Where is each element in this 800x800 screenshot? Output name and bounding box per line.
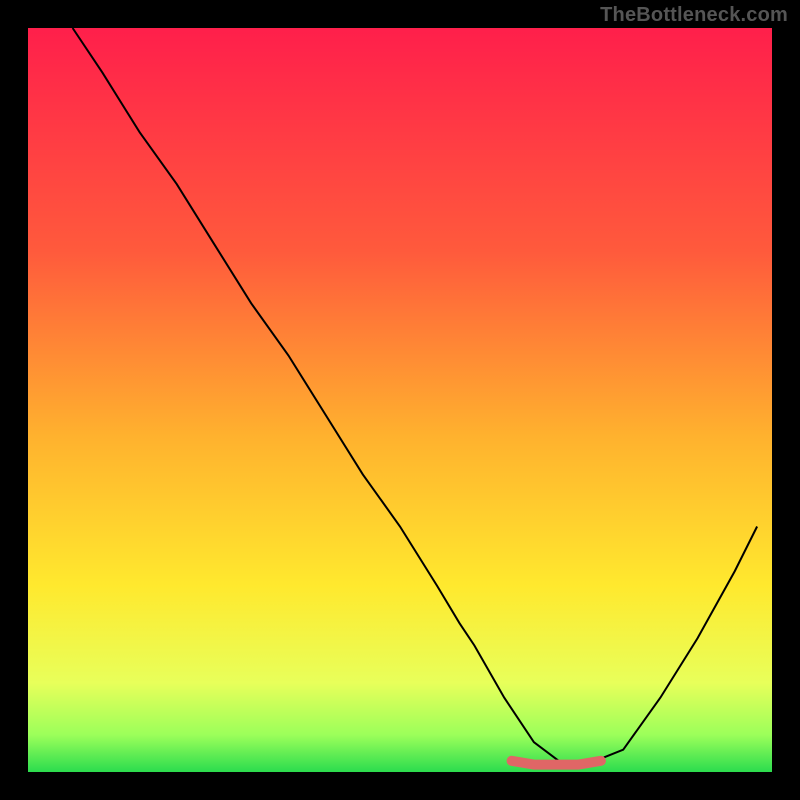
series-optimal-range-marker [512,761,601,765]
watermark-text: TheBottleneck.com [600,4,788,27]
plot-background [28,28,772,772]
chart-container: TheBottleneck.com [0,0,800,800]
bottleneck-chart [0,0,800,800]
